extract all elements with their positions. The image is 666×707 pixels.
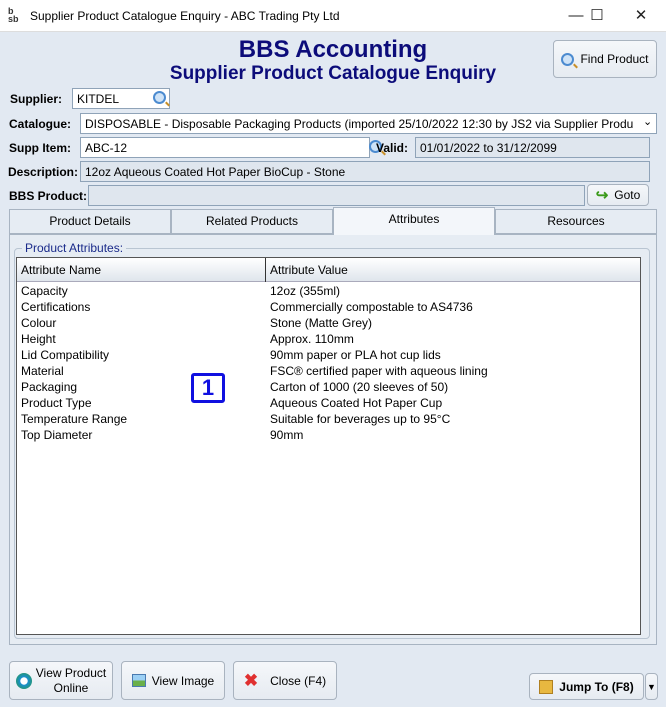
globe-icon — [15, 672, 32, 689]
description-value: 12oz Aqueous Coated Hot Paper BioCup - S… — [85, 165, 346, 179]
attribute-name: Capacity — [21, 284, 68, 298]
close-button[interactable]: ✖ Close (F4) — [233, 661, 337, 700]
attribute-name: Temperature Range — [21, 412, 128, 426]
attribute-value: 12oz (355ml) — [270, 284, 341, 298]
caret-down-icon: ▼ — [647, 681, 656, 692]
attribute-value: Approx. 110mm — [270, 332, 354, 346]
attribute-value: Aqueous Coated Hot Paper Cup — [270, 396, 443, 410]
title-bar: b sb Supplier Product Catalogue Enquiry -… — [0, 0, 666, 32]
view-product-online-button[interactable]: View Product Online — [9, 661, 113, 700]
table-row[interactable]: Lid Compatibility 90mm paper or PLA hot c… — [17, 347, 640, 363]
attribute-value: 90mm — [270, 428, 304, 442]
attribute-name: Top Diameter — [21, 428, 93, 442]
marker-badge: 1 — [191, 373, 225, 403]
supplier-search-icon[interactable] — [153, 91, 166, 104]
attribute-name: Lid Compatibility — [21, 348, 110, 362]
column-header-name[interactable]: Attribute Name — [21, 263, 101, 277]
bbs-product-field[interactable] — [88, 185, 585, 206]
view-image-label: View Image — [151, 673, 215, 688]
close-window-button[interactable]: ✕ — [621, 4, 661, 28]
view-online-label-2: Online — [53, 680, 89, 695]
attribute-value: Stone (Matte Grey) — [270, 316, 373, 330]
tab-related-products[interactable]: Related Products — [171, 209, 333, 234]
supp-item-input[interactable]: ABC-12 — [80, 137, 370, 158]
bbs-logo-icon: b sb — [8, 6, 19, 24]
valid-field: 01/01/2022 to 31/12/2099 — [415, 137, 650, 158]
search-icon — [561, 52, 575, 66]
close-label: Close (F4) — [270, 673, 327, 688]
attribute-name: Certifications — [21, 300, 91, 314]
table-header: Attribute Name Attribute Value — [17, 258, 640, 282]
attribute-name: Height — [21, 332, 56, 346]
attribute-name: Material — [21, 364, 64, 378]
table-row[interactable]: Packaging Carton of 1000 (20 sleeves of 5… — [17, 379, 640, 395]
attribute-value: 90mm paper or PLA hot cup lids — [270, 348, 441, 362]
find-product-button[interactable]: Find Product — [553, 40, 657, 78]
attribute-name: Packaging — [21, 380, 78, 394]
attribute-value: Commercially compostable to AS4736 — [270, 300, 473, 314]
attribute-value: FSC® certified paper with aqueous lining — [270, 364, 488, 378]
table-row[interactable]: Temperature Range Suitable for beverages … — [17, 411, 640, 427]
supp-item-label: Supp Item: — [9, 141, 71, 155]
catalogue-select[interactable]: DISPOSABLE - Disposable Packaging Produc… — [80, 113, 657, 134]
catalogue-value: DISPOSABLE - Disposable Packaging Produc… — [85, 117, 634, 131]
valid-value: 01/01/2022 to 31/12/2099 — [420, 141, 557, 155]
folder-icon — [539, 679, 554, 694]
chevron-down-icon[interactable]: ⌄ — [643, 115, 652, 128]
group-label: Product Attributes: — [22, 241, 127, 255]
tab-resources[interactable]: Resources — [495, 209, 657, 234]
table-row[interactable]: Colour Stone (Matte Grey) — [17, 315, 640, 331]
close-x-icon: ✖ — [243, 670, 259, 690]
view-online-label-1: View Product — [35, 665, 107, 680]
table-row[interactable]: Product Type Aqueous Coated Hot Paper Cup — [17, 395, 640, 411]
jump-to-dropdown[interactable]: ▼ — [645, 673, 658, 700]
attributes-table[interactable]: Attribute Name Attribute Value Capacity 1… — [16, 257, 641, 635]
supplier-value: KITDEL — [77, 92, 120, 106]
description-field: 12oz Aqueous Coated Hot Paper BioCup - S… — [80, 161, 650, 182]
goto-label: Goto — [614, 188, 641, 202]
find-product-label: Find Product — [580, 52, 649, 66]
bbs-product-label: BBS Product: — [9, 189, 87, 203]
jump-to-label: Jump To (F8) — [559, 679, 634, 694]
description-label: Description: — [8, 165, 79, 179]
table-row[interactable]: Top Diameter 90mm — [17, 427, 640, 443]
window-title: Supplier Product Catalogue Enquiry - ABC… — [30, 9, 340, 23]
table-row[interactable]: Certifications Commercially compostable t… — [17, 299, 640, 315]
view-image-button[interactable]: View Image — [121, 661, 225, 700]
table-row[interactable]: Height Approx. 110mm — [17, 331, 640, 347]
goto-arrow-icon: ↪ — [595, 187, 609, 204]
column-divider[interactable] — [265, 258, 266, 282]
tab-attributes[interactable]: Attributes — [333, 207, 495, 235]
attribute-value: Suitable for beverages up to 95°C — [270, 412, 451, 426]
supplier-label: Supplier: — [10, 92, 63, 106]
valid-label: Valid: — [376, 141, 409, 155]
table-row[interactable]: Material FSC® certified paper with aqueou… — [17, 363, 640, 379]
table-row[interactable]: Capacity 12oz (355ml) — [17, 283, 640, 299]
jump-to-button[interactable]: Jump To (F8) — [529, 673, 644, 700]
column-header-value[interactable]: Attribute Value — [270, 263, 348, 277]
catalogue-label: Catalogue: — [9, 117, 72, 131]
supp-item-value: ABC-12 — [85, 141, 128, 155]
tab-product-details[interactable]: Product Details — [9, 209, 171, 234]
goto-button[interactable]: ↪ Goto — [587, 184, 649, 206]
attribute-name: Colour — [21, 316, 57, 330]
image-icon — [131, 674, 146, 687]
attribute-name: Product Type — [21, 396, 92, 410]
maximize-button[interactable]: ☐ — [577, 4, 617, 28]
attribute-value: Carton of 1000 (20 sleeves of 50) — [270, 380, 449, 394]
